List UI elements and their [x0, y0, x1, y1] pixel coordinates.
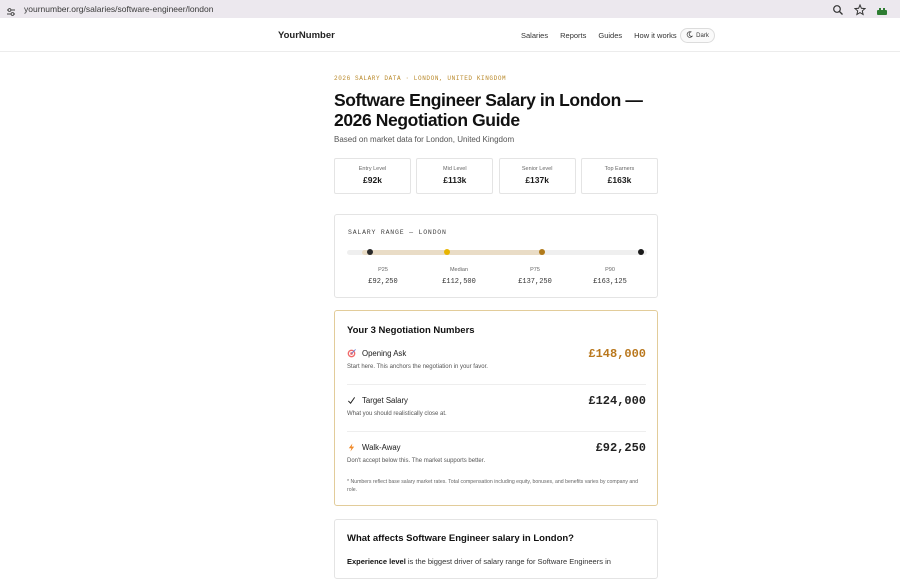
nav-links: Salaries Reports Guides How it works [521, 31, 677, 40]
range-marker-p90 [638, 249, 644, 255]
divider [347, 384, 646, 385]
level-label: Entry Level [358, 166, 387, 172]
range-label-p90: P90 £163,125 [580, 267, 640, 286]
moon-icon [686, 31, 694, 40]
nav-link-how-it-works[interactable]: How it works [634, 31, 677, 40]
lightning-icon [347, 443, 356, 452]
level-card-top: Top Earners £163k [580, 158, 658, 194]
percentile-label: Median [449, 267, 469, 273]
check-icon [347, 396, 356, 405]
percentile-value: £112,500 [442, 278, 476, 286]
affects-salary-card: What affects Software Engineer salary in… [334, 519, 658, 579]
level-label: Senior Level [521, 166, 553, 172]
range-marker-p75 [539, 249, 545, 255]
level-cards: Entry Level £92k Mid Level £113k Senior … [334, 158, 658, 194]
range-marker-median [444, 249, 450, 255]
page-subtitle: Based on market data for London, United … [334, 135, 515, 144]
percentile-value: £163,125 [593, 278, 627, 286]
affects-salary-text: Experience level is the biggest driver o… [347, 557, 611, 566]
range-label-median: Median £112,500 [429, 267, 489, 286]
browser-url-bar[interactable]: yournumber.org/salaries/software-enginee… [0, 0, 900, 18]
affects-lead-bold: Experience level [347, 557, 406, 566]
negotiation-footnote: * Numbers reflect base salary market rat… [347, 479, 639, 493]
target-salary-label: Target Salary [362, 396, 408, 405]
level-value: £92k [363, 175, 382, 185]
percentile-label: P75 [530, 267, 540, 273]
percentile-value: £92,250 [368, 278, 398, 286]
range-label-p25: P25 £92,250 [353, 267, 413, 286]
walk-away-amount: £92,250 [595, 441, 646, 455]
salary-range-title: SALARY RANGE — LONDON [348, 229, 447, 236]
opening-ask-desc: Start here. This anchors the negotiation… [347, 364, 488, 370]
affects-lead-text: is the biggest driver of salary range fo… [405, 557, 611, 566]
dark-mode-toggle[interactable]: Dark [680, 28, 715, 43]
walk-away-desc: Don't accept below this. The market supp… [347, 458, 486, 464]
opening-ask-label: Opening Ask [362, 349, 407, 358]
negotiation-numbers-card: Your 3 Negotiation Numbers Opening Ask S… [334, 310, 658, 506]
nav-link-guides[interactable]: Guides [598, 31, 622, 40]
percentile-value: £137,250 [518, 278, 552, 286]
level-card-entry: Entry Level £92k [334, 158, 411, 194]
target-salary-amount: £124,000 [588, 394, 646, 408]
site-settings-icon[interactable] [6, 4, 16, 16]
salary-range-fill [362, 250, 545, 255]
salary-range-track [347, 249, 647, 255]
range-marker-p25 [367, 249, 373, 255]
level-label: Mid Level [443, 166, 467, 172]
site-logo[interactable]: YourNumber [278, 30, 335, 41]
page-eyebrow: 2026 SALARY DATA · LONDON, UNITED KINGDO… [334, 75, 507, 82]
salary-range-card: SALARY RANGE — LONDON P25 £92,250 Median… [334, 214, 658, 298]
target-salary-desc: What you should realistically close at. [347, 411, 447, 417]
url-text[interactable]: yournumber.org/salaries/software-enginee… [24, 4, 213, 14]
negotiation-heading: Your 3 Negotiation Numbers [347, 325, 475, 336]
page-title: Software Engineer Salary in London — 202… [334, 90, 643, 130]
level-label: Top Earners [604, 166, 635, 172]
level-value: £113k [443, 175, 467, 185]
level-value: £137k [525, 175, 549, 185]
extension-icon[interactable] [876, 4, 888, 15]
zoom-icon[interactable] [832, 3, 844, 15]
percentile-label: P90 [605, 267, 615, 273]
percentile-label: P25 [378, 267, 388, 273]
divider [347, 431, 646, 432]
level-value: £163k [607, 175, 632, 185]
range-label-p75: P75 £137,250 [505, 267, 565, 286]
site-header: YourNumber Salaries Reports Guides How i… [0, 18, 900, 52]
target-icon [347, 349, 356, 358]
level-card-senior: Senior Level £137k [498, 158, 576, 194]
affects-salary-title: What affects Software Engineer salary in… [347, 533, 574, 544]
nav-link-reports[interactable]: Reports [560, 31, 586, 40]
nav-link-salaries[interactable]: Salaries [521, 31, 548, 40]
walk-away-label: Walk-Away [362, 443, 401, 452]
level-card-mid: Mid Level £113k [416, 158, 494, 194]
dark-mode-label: Dark [696, 32, 709, 39]
bookmark-star-icon[interactable] [853, 3, 867, 16]
opening-ask-amount: £148,000 [588, 347, 646, 361]
